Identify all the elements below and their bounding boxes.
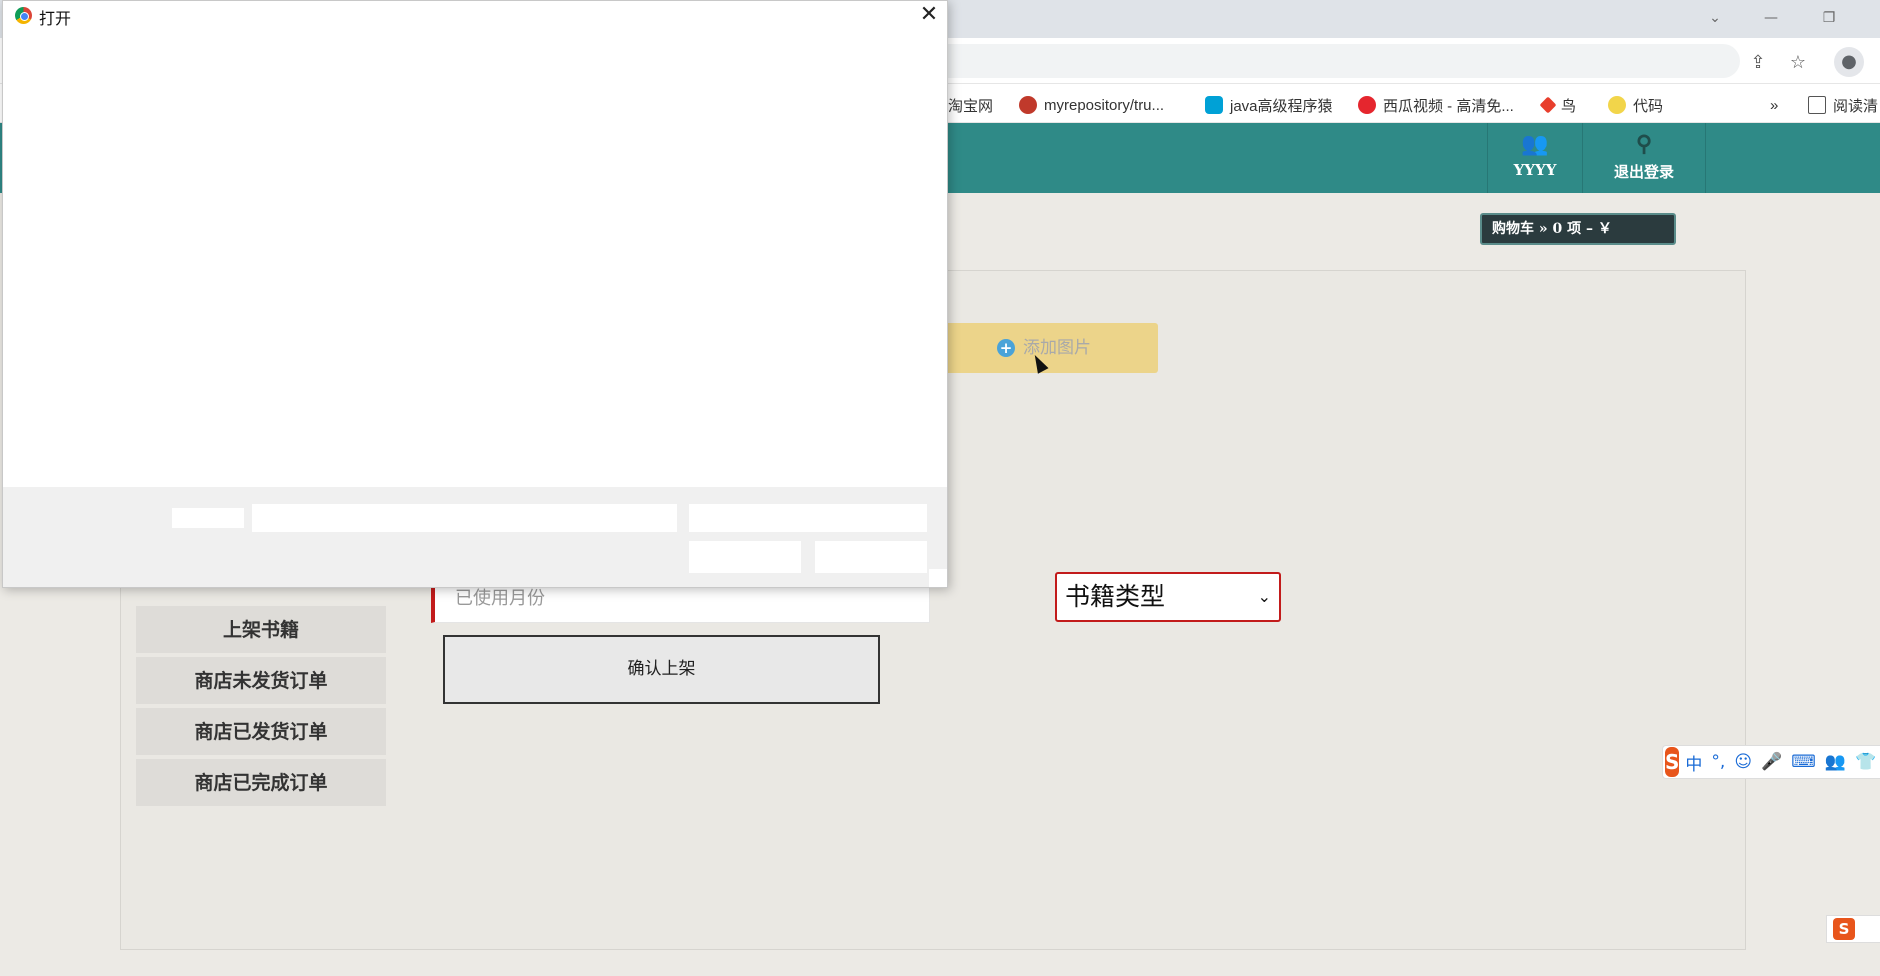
xigua-video-icon: [1358, 96, 1376, 114]
book-type-select[interactable]: 书籍类型 ⌄: [1055, 572, 1281, 622]
key-icon: ⚲: [1635, 131, 1653, 157]
logout-button[interactable]: ⚲ 退出登录: [1582, 123, 1706, 193]
tab-dropdown-icon[interactable]: ⌄: [1700, 6, 1730, 30]
sidebar-item-completed-orders[interactable]: 商店已完成订单: [136, 759, 386, 808]
filename-label: [172, 508, 244, 528]
bookmark-java[interactable]: java高级程序猿: [1205, 94, 1333, 116]
bookmark-code[interactable]: 代码: [1608, 94, 1663, 116]
chevron-down-icon: ⌄: [1257, 587, 1271, 606]
bilibili-icon: [1205, 96, 1223, 114]
user-menu[interactable]: 👥 YYYY: [1487, 123, 1583, 193]
ime-mini-bar: S: [1826, 915, 1880, 943]
users-icon: 👥: [1521, 131, 1549, 157]
bookmark-myrepository[interactable]: myrepository/tru...: [1019, 94, 1164, 116]
chrome-icon: [15, 7, 32, 24]
sidebar-item-list-book[interactable]: 上架书籍: [136, 606, 386, 655]
share-icon[interactable]: ⇪: [1745, 50, 1771, 76]
filename-input[interactable]: [252, 504, 677, 532]
ime-mode-toggle[interactable]: 中: [1685, 750, 1702, 775]
bookmark-xigua[interactable]: 西瓜视频 - 高清免...: [1358, 94, 1514, 116]
resize-grip[interactable]: [929, 569, 947, 587]
cancel-button[interactable]: [815, 541, 927, 573]
plus-icon: +: [997, 339, 1015, 357]
emoji-icon[interactable]: ☺: [1734, 752, 1752, 772]
open-file-dialog: 打开 ✕: [2, 0, 948, 588]
bookmark-bird[interactable]: 鸟: [1539, 94, 1576, 116]
confirm-listing-button[interactable]: 确认上架: [443, 635, 880, 704]
dialog-footer: [3, 487, 947, 587]
ime-punctuation-toggle[interactable]: °,: [1711, 752, 1725, 772]
close-icon[interactable]: ✕: [911, 1, 947, 29]
github-icon: [1019, 96, 1037, 114]
bookmarks-overflow-icon[interactable]: »: [1770, 94, 1778, 116]
sogou-mini-icon[interactable]: S: [1833, 918, 1855, 940]
add-image-button[interactable]: + 添加图片: [945, 323, 1158, 373]
cart-button[interactable]: 购物车 » 0 项 – ￥: [1480, 213, 1676, 245]
dialog-title: 打开: [39, 9, 72, 28]
bird-icon: [1539, 96, 1557, 114]
sogou-logo-icon[interactable]: S: [1665, 747, 1680, 777]
sidebar-item-unshipped-orders[interactable]: 商店未发货订单: [136, 657, 386, 706]
ime-toolbar: S 中 °, ☺ 🎤 ⌨ 👥 👕: [1662, 745, 1880, 779]
logout-label: 退出登录: [1613, 163, 1674, 181]
user-icon[interactable]: 👥: [1825, 752, 1846, 772]
skin-icon[interactable]: 👕: [1855, 752, 1876, 772]
microphone-icon[interactable]: 🎤: [1761, 752, 1782, 772]
user-name: YYYY: [1513, 161, 1557, 179]
minimize-icon[interactable]: —: [1756, 6, 1786, 30]
dialog-titlebar: 打开 ✕: [3, 1, 949, 29]
reading-list[interactable]: 阅读清: [1808, 94, 1878, 116]
reading-list-icon: [1808, 96, 1826, 114]
file-type-select[interactable]: [689, 504, 927, 532]
profile-avatar-icon[interactable]: ●: [1834, 47, 1864, 77]
restore-icon[interactable]: ❐: [1814, 6, 1844, 30]
sidebar-item-shipped-orders[interactable]: 商店已发货订单: [136, 708, 386, 757]
open-button[interactable]: [689, 541, 801, 573]
book-type-value: 书籍类型: [1065, 582, 1166, 611]
bookmark-star-icon[interactable]: ☆: [1785, 50, 1811, 76]
keyboard-icon[interactable]: ⌨: [1791, 752, 1816, 772]
bookmark-taobao[interactable]: 淘宝网: [948, 94, 993, 116]
code-icon: [1608, 96, 1626, 114]
